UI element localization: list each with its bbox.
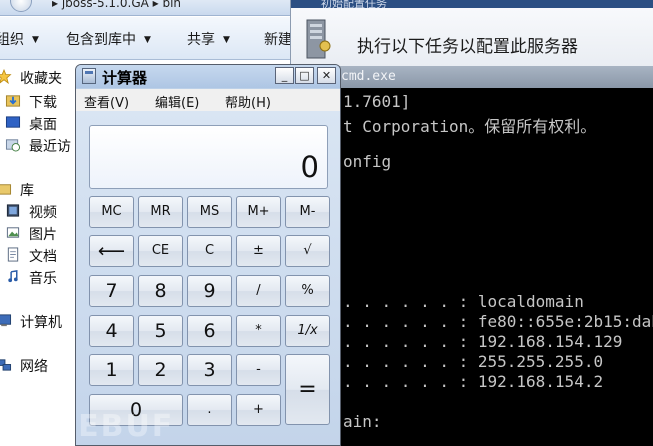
- breadcrumb[interactable]: ▸ jboss-5.1.0.GA ▸ bin: [52, 0, 181, 10]
- add-button[interactable]: +: [236, 394, 281, 426]
- cmd-line: . . . . . . : localdomain: [343, 292, 584, 311]
- cmd-titlebar[interactable]: cmd.exe: [291, 66, 653, 88]
- display-value: 0: [300, 150, 319, 184]
- svg-text:FREEBUF: FREEBUF: [8, 409, 174, 444]
- freebuf-watermark: FREEBUF: [8, 409, 174, 444]
- share-menu[interactable]: 共享 ▼: [187, 29, 230, 49]
- recent-places-icon: [5, 139, 21, 152]
- cmd-line: . . . . . . : 255.255.255.0: [343, 352, 604, 371]
- include-in-library-menu[interactable]: 包含到库中 ▼: [66, 29, 151, 49]
- calculator-titlebar[interactable]: 计算器 _ □ ✕: [76, 65, 340, 88]
- sqrt-button[interactable]: √: [285, 235, 330, 267]
- computer-icon: [0, 314, 12, 327]
- menu-view[interactable]: 查看(V): [84, 92, 129, 111]
- calculator-body: 0 MC MR MS M+ M- ⟵ CE C ± √ 7 8 9 / % 4 …: [76, 111, 340, 445]
- mr-button[interactable]: MR: [138, 196, 183, 228]
- close-button[interactable]: ✕: [317, 67, 336, 84]
- cmd-line: onfig: [343, 152, 392, 171]
- ms-button[interactable]: MS: [187, 196, 232, 228]
- plus-minus-button[interactable]: ±: [236, 235, 281, 267]
- server-icon: [306, 19, 331, 59]
- star-icon: [0, 69, 12, 84]
- server-manager-window: 初始配置任务 执行以下任务以配置此服务器: [290, 0, 653, 66]
- network-icon: [0, 359, 12, 371]
- cmd-line: 1.7601]: [343, 92, 411, 111]
- calculator-title: 计算器: [102, 69, 148, 87]
- m-minus-button[interactable]: M-: [285, 196, 330, 228]
- download-folder-icon: [5, 95, 21, 107]
- maximize-button[interactable]: □: [295, 67, 314, 84]
- calculator-menubar: 查看(V) 编辑(E) 帮助(H): [76, 89, 340, 111]
- digit-3-button[interactable]: 3: [187, 354, 232, 386]
- percent-button[interactable]: %: [285, 275, 330, 307]
- cmd-line: . . . . . . : 192.168.154.129: [343, 332, 623, 351]
- digit-1-button[interactable]: 1: [89, 354, 134, 386]
- cmd-line: t Corporation。保留所有权利。: [343, 117, 597, 136]
- calculator-display: 0: [89, 125, 328, 189]
- menu-help[interactable]: 帮助(H): [225, 92, 271, 111]
- documents-library-icon: [7, 247, 19, 262]
- digit-4-button[interactable]: 4: [89, 315, 134, 347]
- reciprocal-button[interactable]: 1/x: [285, 315, 330, 347]
- cmd-window: cmd.exe 1.7601] t Corporation。保留所有权利。 on…: [290, 66, 653, 446]
- music-library-icon: [8, 269, 18, 283]
- multiply-button[interactable]: *: [236, 315, 281, 347]
- explorer-toolbar: 组织 ▼ 包含到库中 ▼ 共享 ▼ 新建: [0, 17, 300, 60]
- video-library-icon: [6, 204, 20, 217]
- back-button[interactable]: [10, 0, 32, 12]
- cmd-line: ain:: [343, 412, 382, 431]
- desktop-icon: [5, 116, 21, 128]
- minimize-button[interactable]: _: [275, 67, 294, 84]
- digit-9-button[interactable]: 9: [187, 275, 232, 307]
- equals-button[interactable]: =: [285, 354, 330, 425]
- address-bar[interactable]: ▸ jboss-5.1.0.GA ▸ bin: [0, 0, 300, 16]
- digit-8-button[interactable]: 8: [138, 275, 183, 307]
- organize-menu[interactable]: 组织 ▼: [0, 29, 39, 49]
- divide-button[interactable]: /: [236, 275, 281, 307]
- m-plus-button[interactable]: M+: [236, 196, 281, 228]
- digit-6-button[interactable]: 6: [187, 315, 232, 347]
- server-manager-header: 初始配置任务: [291, 0, 653, 8]
- cmd-line: . . . . . . : fe80::655e:2b15:dab: [343, 312, 653, 331]
- new-folder-button[interactable]: 新建: [264, 29, 292, 49]
- pictures-library-icon: [6, 227, 20, 238]
- backspace-button[interactable]: ⟵: [89, 235, 134, 267]
- subtract-button[interactable]: -: [236, 354, 281, 386]
- cmd-title: cmd.exe: [341, 69, 396, 84]
- clear-button[interactable]: C: [187, 235, 232, 267]
- library-icon: [0, 184, 12, 195]
- cmd-line: . . . . . . : 192.168.154.2: [343, 372, 604, 391]
- calculator-app-icon: [82, 68, 96, 84]
- menu-edit[interactable]: 编辑(E): [155, 92, 199, 111]
- digit-7-button[interactable]: 7: [89, 275, 134, 307]
- digit-2-button[interactable]: 2: [138, 354, 183, 386]
- calculator-window: 计算器 _ □ ✕ 查看(V) 编辑(E) 帮助(H) 0 MC MR MS M…: [75, 64, 341, 446]
- ce-button[interactable]: CE: [138, 235, 183, 267]
- mc-button[interactable]: MC: [89, 196, 134, 228]
- server-manager-task-text: 执行以下任务以配置此服务器: [357, 37, 578, 57]
- digit-5-button[interactable]: 5: [138, 315, 183, 347]
